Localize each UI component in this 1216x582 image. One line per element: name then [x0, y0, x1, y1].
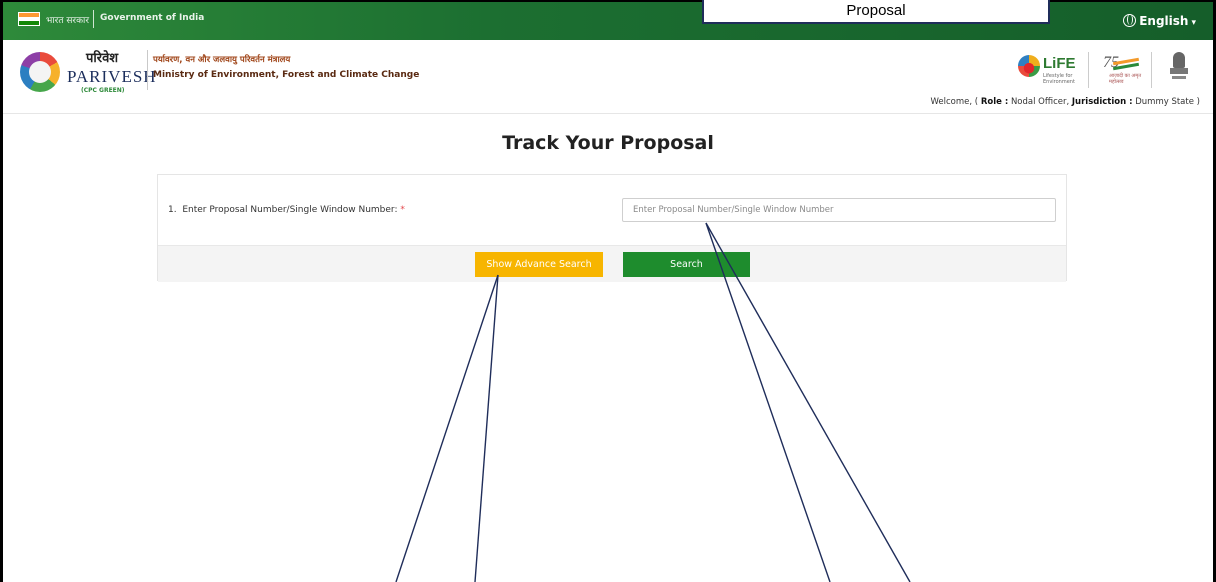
- site-header: परिवेश PARIVESH (CPC GREEN) पर्यावरण, वन…: [3, 40, 1213, 114]
- divider: [1088, 52, 1089, 88]
- jurisdiction-label: Jurisdiction :: [1071, 97, 1133, 107]
- brand-hindi: परिवेश: [86, 51, 119, 66]
- india-flag-icon: [18, 12, 40, 26]
- proposal-number-label: 1. Enter Proposal Number/Single Window N…: [168, 205, 405, 215]
- proposal-number-input[interactable]: [622, 198, 1056, 222]
- required-mark: *: [400, 205, 405, 215]
- track-proposal-form: 1. Enter Proposal Number/Single Window N…: [157, 174, 1067, 282]
- form-body: 1. Enter Proposal Number/Single Window N…: [158, 175, 1066, 245]
- chevron-down-icon: ▾: [1191, 18, 1196, 28]
- azadi-logo-sub: आज़ादी का अमृत महोत्सव: [1109, 73, 1142, 85]
- jurisdiction-value: Dummy State: [1135, 97, 1194, 107]
- globe-icon: [1123, 14, 1137, 27]
- language-label: English: [1139, 14, 1189, 28]
- life-logo-text: LiFE: [1043, 55, 1076, 72]
- gov-english-text: Government of India: [100, 13, 205, 23]
- page-title: Track Your Proposal: [502, 132, 714, 154]
- life-leaf-icon: [1018, 55, 1040, 77]
- national-emblem-icon: [1169, 52, 1189, 82]
- divider: [93, 10, 94, 28]
- gov-hindi-text: भारत सरकार: [46, 16, 90, 26]
- brand-sub: (CPC GREEN): [81, 87, 125, 94]
- divider: [147, 50, 148, 90]
- azadi-logo: 75 आज़ादी का अमृत महोत्सव: [1103, 54, 1142, 85]
- brand-english: PARIVESH: [67, 67, 157, 86]
- parivesh-logo-icon[interactable]: [20, 52, 60, 92]
- language-selector[interactable]: English ▾: [1123, 12, 1196, 28]
- ministry-hindi: पर्यावरण, वन और जलवायु परिवर्तन मंत्रालय: [153, 55, 291, 65]
- life-logo: LiFE Lifestyle for Environment: [1018, 53, 1078, 85]
- show-advance-search-button[interactable]: Show Advance Search: [475, 252, 603, 277]
- ministry-english: Ministry of Environment, Forest and Clim…: [153, 70, 420, 80]
- form-actions: Show Advance Search Search: [158, 245, 1066, 282]
- annotation-callout: Proposal: [702, 0, 1050, 24]
- divider: [1151, 52, 1152, 88]
- role-label: Role :: [980, 97, 1009, 107]
- life-logo-sub: Lifestyle for Environment: [1043, 73, 1075, 85]
- welcome-text: Welcome, ( Role : Nodal Officer, Jurisdi…: [930, 97, 1201, 107]
- search-button[interactable]: Search: [623, 252, 750, 277]
- role-value: Nodal Officer,: [1010, 97, 1070, 107]
